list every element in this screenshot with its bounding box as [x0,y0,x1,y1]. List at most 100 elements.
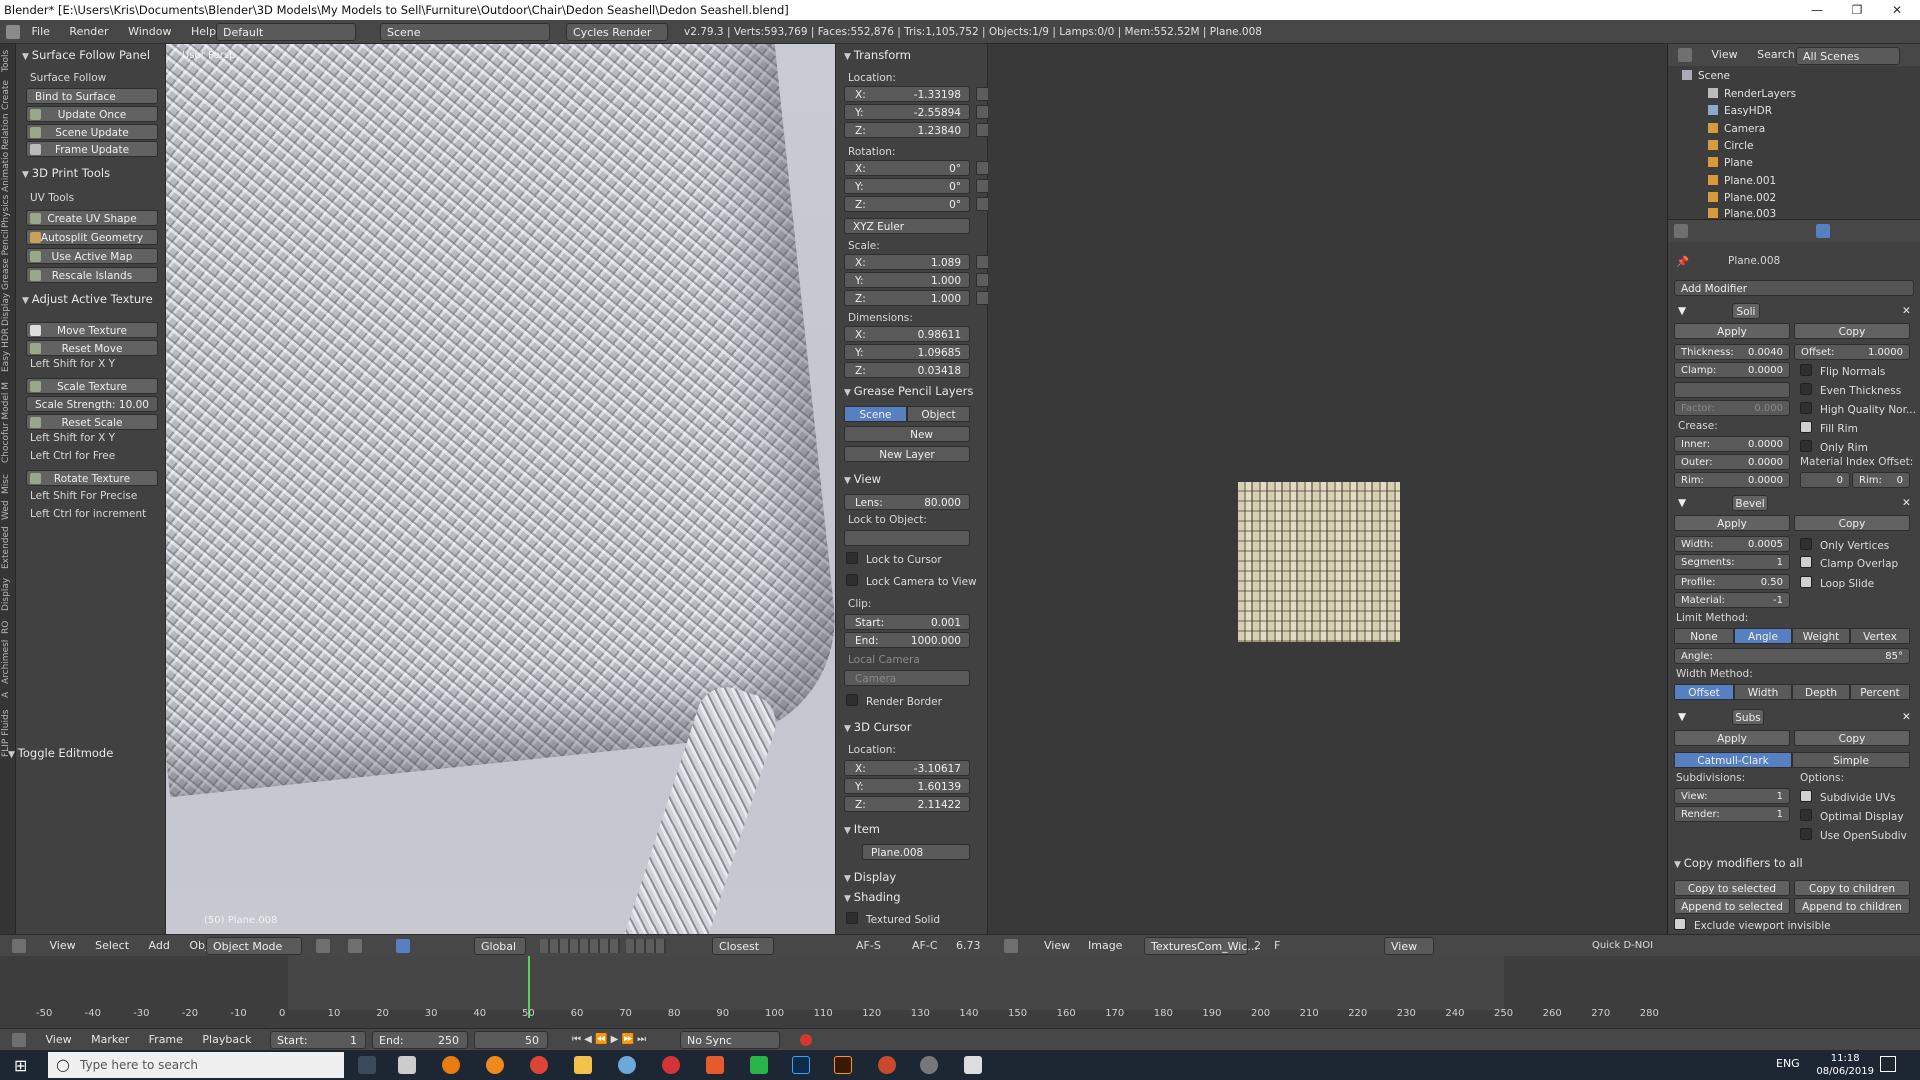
blender-2-icon[interactable] [486,1056,504,1074]
end-frame-field[interactable]: End: 250 [372,1031,468,1049]
rotation-mode-select[interactable]: XYZ Euler [844,218,970,234]
dimension-z-field[interactable]: Z: 0.03418 [844,362,970,378]
limit-weight[interactable]: Weight [1792,628,1850,644]
expand-icon[interactable]: ▼ [1678,494,1686,512]
solidify-apply-button[interactable]: Apply [1674,323,1790,339]
tab-grease-pencil[interactable]: Grease Pencil [1,230,15,290]
lock-camera-to-view-checkbox[interactable]: Lock Camera to View [846,574,977,588]
img-menu-image[interactable]: Image [1080,935,1130,957]
pin-icon[interactable]: 📌 [1676,255,1689,268]
frame-update-button[interactable]: Frame Update [26,141,158,157]
outliner-editor-icon[interactable] [1678,48,1692,62]
solidify-name-field[interactable]: Soli [1732,303,1760,319]
outliner-item-plane[interactable]: Plane [1708,157,1753,169]
layers-grid-2[interactable] [626,939,666,953]
crease-outer-field[interactable]: Outer: 0.0000 [1674,454,1790,470]
subsurf-apply-button[interactable]: Apply [1674,730,1790,746]
minimize-button[interactable]: — [1800,0,1834,20]
bevel-width-field[interactable]: Width: 0.0005 [1674,536,1790,552]
tl-menu-view[interactable]: View [38,1029,80,1051]
reset-move-button[interactable]: Reset Move [26,340,158,356]
copy-to-selected-button[interactable]: Copy to selected [1674,880,1790,896]
play-store-icon[interactable] [750,1056,768,1074]
limit-vertex-group[interactable]: Vertex Gr... [1850,628,1910,659]
solidify-clamp-field[interactable]: Clamp: 0.0000 [1674,362,1790,378]
lock-object-field[interactable] [844,530,970,546]
vp-menu-view[interactable]: View [42,935,84,957]
crease-rim-field[interactable]: Rim: 0.0000 [1674,472,1790,488]
gp-new-button[interactable]: New [844,426,970,442]
gp-object-tab[interactable]: Object [907,406,970,422]
language-indicator[interactable]: ENG [1776,1057,1800,1070]
shading-icon[interactable] [316,939,330,953]
render-border-checkbox[interactable]: Render Border [846,694,942,708]
width-method-depth[interactable]: Depth [1792,684,1850,700]
update-once-button[interactable]: Update Once [26,106,158,122]
copy-to-children-button[interactable]: Copy to children [1794,880,1910,896]
rotation-x-field[interactable]: X: 0° [844,160,970,176]
location-x-field[interactable]: X: -1.33198 [844,86,970,102]
timeline-editor-icon[interactable] [12,1033,26,1047]
outliner-display-select[interactable]: All Scenes [1796,47,1900,65]
tl-menu-playback[interactable]: Playback [194,1029,259,1051]
orientation-select[interactable]: Global [474,937,526,955]
solidify-factor-field[interactable]: Factor: 0.000 [1674,400,1790,416]
exclude-viewport-invisible-checkbox[interactable]: Exclude viewport invisible [1674,918,1831,932]
gp-scene-tab[interactable]: Scene [844,406,907,422]
tl-menu-marker[interactable]: Marker [83,1029,137,1051]
3d-view-editor-icon[interactable] [12,939,26,953]
scale-strength-field[interactable]: Scale Strength: 10.00 [26,396,158,412]
menu-render[interactable]: Render [61,20,116,44]
layout-select[interactable]: Default [216,23,356,41]
notifications-icon[interactable] [1880,1056,1896,1072]
current-frame-field[interactable]: 50 [474,1031,548,1049]
catmull-clark-tab[interactable]: Catmull-Clark [1674,752,1792,768]
chrome-icon[interactable] [530,1056,548,1074]
panel-grease-pencil-layers[interactable]: Grease Pencil Layers [844,384,974,398]
material-offset-field[interactable]: 0 [1800,472,1850,488]
dimension-y-field[interactable]: Y: 1.09685 [844,344,970,360]
tab-physics[interactable]: Physics [1,194,15,228]
image-select[interactable]: TexturesCom_Wic... [1144,937,1258,955]
tab-a[interactable]: A [1,686,15,704]
file-explorer-icon[interactable] [574,1056,592,1074]
snap-target-select[interactable]: Closest [712,937,774,955]
panel-view[interactable]: View [844,472,881,486]
outliner-item-easyhdr[interactable]: EasyHDR [1708,105,1772,117]
append-to-children-button[interactable]: Append to children [1794,898,1910,914]
steam-icon[interactable] [920,1056,938,1074]
af-c-button[interactable]: AF-C [912,935,938,957]
quick-denoise-button[interactable]: Quick D-NOI [1592,935,1653,957]
scene-select[interactable]: Scene [380,23,550,41]
playback-controls[interactable]: ⏮ ◀ ⏪ ▶ ⏩ ⏭ [572,1029,646,1051]
rotation-z-field[interactable]: Z: 0° [844,196,970,212]
add-modifier-select[interactable]: Add Modifier [1674,280,1914,296]
outliner-item-circle[interactable]: Circle [1708,140,1754,152]
scale-y-field[interactable]: Y: 1.000 [844,272,970,288]
tab-tools[interactable]: Tools [1,46,15,76]
calculator-icon[interactable] [398,1056,416,1074]
blender-icon[interactable] [442,1056,460,1074]
reset-scale-button[interactable]: Reset Scale [26,414,158,430]
outliner-item-camera[interactable]: Camera [1708,123,1765,135]
sync-select[interactable]: No Sync [680,1031,780,1049]
loop-slide-checkbox[interactable]: Loop Slide [1800,576,1874,590]
image-editor[interactable] [988,44,1668,934]
panel-3d-print-tools[interactable]: 3D Print Tools [22,166,110,180]
expand-icon[interactable]: ▼ [1678,708,1686,726]
image-viewer-icon[interactable] [964,1056,982,1074]
use-opensubdiv-checkbox[interactable]: Use OpenSubdiv [1800,828,1907,842]
cursor-y-field[interactable]: Y: 1.60139 [844,778,970,794]
start-frame-field[interactable]: Start: 1 [270,1031,366,1049]
scale-texture-button[interactable]: Scale Texture [26,378,158,394]
limit-angle[interactable]: Angle [1734,628,1792,644]
layers-grid[interactable] [540,939,620,953]
bevel-modifier-header[interactable]: ▼ Bevel ✕ [1672,494,1916,512]
manipulator-icon[interactable] [396,939,410,953]
subsurf-name-field[interactable]: Subs [1732,709,1764,725]
width-method-percent[interactable]: Percent [1850,684,1910,700]
taskbar-clock[interactable]: 11:18 08/06/2019 [1816,1052,1874,1078]
outliner-item-plane-002[interactable]: Plane.002 [1708,192,1776,204]
scale-x-field[interactable]: X: 1.089 [844,254,970,270]
location-y-field[interactable]: Y: -2.55894 [844,104,970,120]
